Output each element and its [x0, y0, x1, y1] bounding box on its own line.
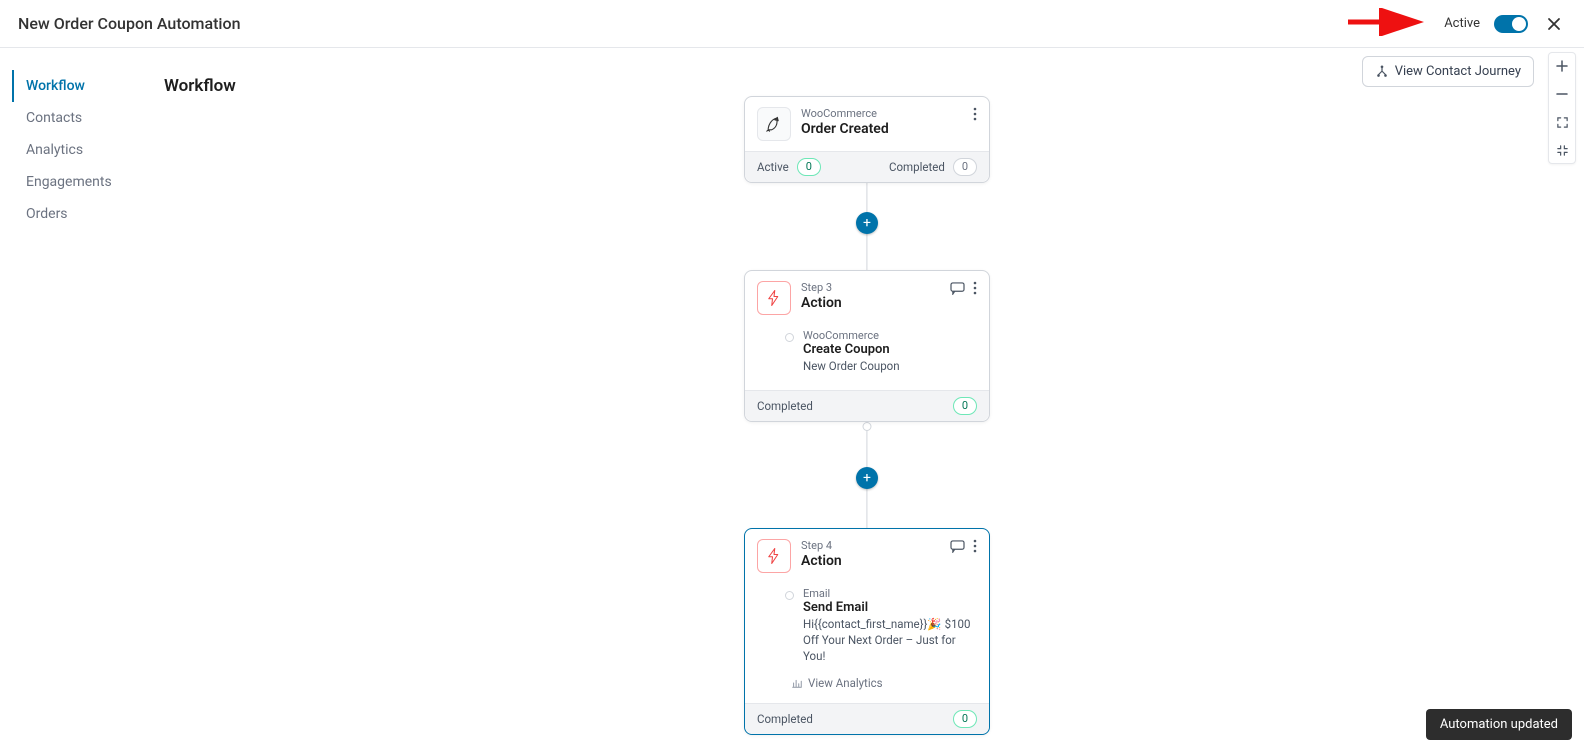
node-title: Order Created [801, 121, 963, 137]
node-title: Action [801, 553, 940, 569]
sidebar-item-workflow[interactable]: Workflow [12, 70, 142, 102]
active-toggle[interactable] [1494, 15, 1528, 33]
node-menu-button[interactable] [973, 107, 977, 121]
workflow-canvas[interactable]: + + WooCommerce Order Created Active 0 Co… [150, 60, 1584, 752]
active-label: Active [757, 160, 789, 174]
toast-notification: Automation updated [1426, 709, 1572, 740]
sidebar-item-engagements[interactable]: Engagements [12, 166, 142, 198]
completed-label: Completed [757, 399, 813, 413]
sidebar: Workflow Contacts Analytics Engagements … [12, 70, 142, 230]
workflow-node-action-email[interactable]: Step 4 Action Email Send Email Hi{{conta… [744, 528, 990, 735]
node-service: WooCommerce [803, 329, 977, 342]
chart-icon [791, 677, 803, 689]
view-analytics-link[interactable]: View Analytics [791, 676, 883, 690]
page-title: New Order Coupon Automation [18, 14, 241, 33]
node-description: New Order Coupon [803, 358, 977, 374]
node-action-name: Send Email [803, 600, 977, 615]
node-comment-button[interactable] [950, 282, 965, 295]
sidebar-item-contacts[interactable]: Contacts [12, 102, 142, 134]
active-toggle-label: Active [1444, 16, 1480, 31]
more-icon [973, 107, 977, 121]
active-count: 0 [797, 158, 821, 176]
node-eyebrow: Step 3 [801, 281, 940, 294]
node-action-name: Create Coupon [803, 342, 977, 357]
sidebar-item-analytics[interactable]: Analytics [12, 134, 142, 166]
add-step-button[interactable]: + [856, 467, 878, 489]
view-analytics-label: View Analytics [808, 676, 883, 690]
sidebar-item-orders[interactable]: Orders [12, 198, 142, 230]
node-eyebrow: Step 4 [801, 539, 940, 552]
chat-icon [950, 282, 965, 295]
node-title: Action [801, 295, 940, 311]
completed-count: 0 [953, 158, 977, 176]
workflow-node-trigger[interactable]: WooCommerce Order Created Active 0 Comple… [744, 96, 990, 183]
connector-dot [863, 422, 872, 431]
more-icon [973, 281, 977, 295]
bolt-icon [757, 281, 791, 315]
node-comment-button[interactable] [950, 540, 965, 553]
close-icon [1546, 16, 1562, 32]
header: New Order Coupon Automation Active [0, 0, 1584, 48]
workflow-node-action-coupon[interactable]: Step 3 Action WooCommerce Create Coupon … [744, 270, 990, 422]
completed-count: 0 [953, 710, 977, 728]
more-icon [973, 539, 977, 553]
node-menu-button[interactable] [973, 281, 977, 295]
rocket-icon [757, 107, 791, 141]
completed-label: Completed [889, 160, 945, 174]
node-service: Email [803, 587, 977, 600]
bolt-icon [757, 539, 791, 573]
node-eyebrow: WooCommerce [801, 107, 963, 120]
node-menu-button[interactable] [973, 539, 977, 553]
header-actions: Active [1444, 14, 1566, 34]
chat-icon [950, 540, 965, 553]
node-description: Hi{{contact_first_name}}🎉 $100 Off Your … [803, 616, 977, 664]
add-step-button[interactable]: + [856, 212, 878, 234]
completed-label: Completed [757, 712, 813, 726]
completed-count: 0 [953, 397, 977, 415]
close-button[interactable] [1542, 14, 1566, 34]
